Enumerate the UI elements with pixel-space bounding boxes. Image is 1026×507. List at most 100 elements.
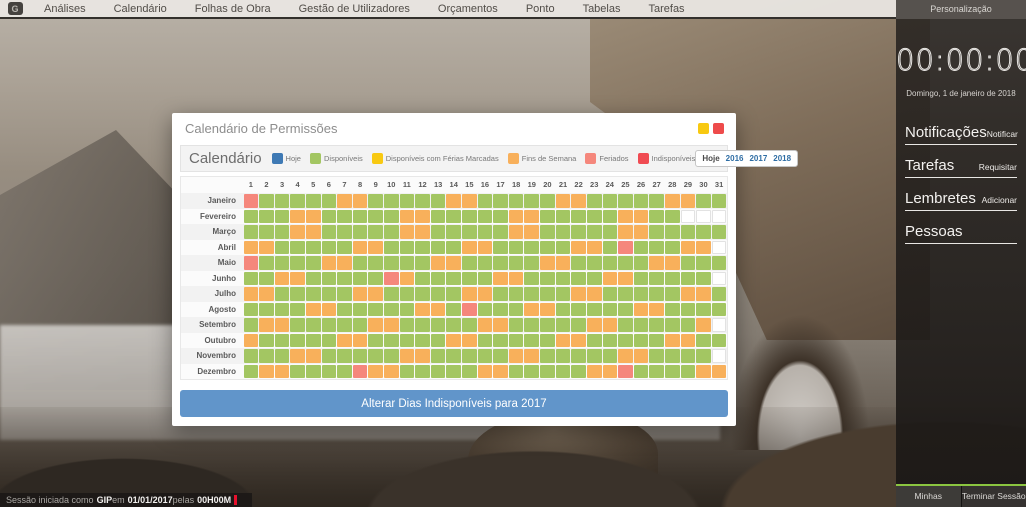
cell-outubro-18[interactable] (509, 334, 524, 348)
cell-outubro-6[interactable] (322, 334, 337, 348)
cell-novembro-28[interactable] (665, 349, 680, 363)
cell-janeiro-5[interactable] (306, 194, 321, 208)
cell-outubro-4[interactable] (290, 334, 305, 348)
cell-dezembro-2[interactable] (259, 365, 274, 379)
nav-item-tarefas[interactable]: Tarefas (634, 3, 698, 15)
cell-dezembro-7[interactable] (337, 365, 352, 379)
cell-dezembro-4[interactable] (290, 365, 305, 379)
cell-fevereiro-23[interactable] (587, 210, 602, 224)
cell-fevereiro-27[interactable] (649, 210, 664, 224)
cell-fevereiro-10[interactable] (384, 210, 399, 224)
cell-maio-2[interactable] (259, 256, 274, 270)
cell-junho-13[interactable] (431, 272, 446, 286)
cell-novembro-26[interactable] (634, 349, 649, 363)
cell-outubro-15[interactable] (462, 334, 477, 348)
cell-outubro-12[interactable] (415, 334, 430, 348)
cell-novembro-22[interactable] (571, 349, 586, 363)
cell-dezembro-5[interactable] (306, 365, 321, 379)
cell-junho-1[interactable] (244, 272, 259, 286)
cell-agosto-15[interactable] (462, 303, 477, 317)
cell-dezembro-30[interactable] (696, 365, 711, 379)
cell-fevereiro-15[interactable] (462, 210, 477, 224)
cell-outubro-8[interactable] (353, 334, 368, 348)
cell-outubro-14[interactable] (446, 334, 461, 348)
cell-junho-15[interactable] (462, 272, 477, 286)
cell-maio-11[interactable] (400, 256, 415, 270)
cell-julho-3[interactable] (275, 287, 290, 301)
cell-fevereiro-28[interactable] (665, 210, 680, 224)
cell-agosto-1[interactable] (244, 303, 259, 317)
cell-outubro-16[interactable] (478, 334, 493, 348)
cell-abril-2[interactable] (259, 241, 274, 255)
cell-fevereiro-17[interactable] (493, 210, 508, 224)
cell-janeiro-2[interactable] (259, 194, 274, 208)
cell-maio-9[interactable] (368, 256, 383, 270)
cell-setembro-19[interactable] (524, 318, 539, 332)
cell-setembro-8[interactable] (353, 318, 368, 332)
cell-abril-27[interactable] (649, 241, 664, 255)
cell-dezembro-15[interactable] (462, 365, 477, 379)
cell-setembro-17[interactable] (493, 318, 508, 332)
cell-maio-24[interactable] (603, 256, 618, 270)
cell-outubro-24[interactable] (603, 334, 618, 348)
cell-junho-14[interactable] (446, 272, 461, 286)
cell-dezembro-3[interactable] (275, 365, 290, 379)
cell-fevereiro-4[interactable] (290, 210, 305, 224)
cell-outubro-31[interactable] (712, 334, 727, 348)
cell-dezembro-26[interactable] (634, 365, 649, 379)
cell-janeiro-21[interactable] (556, 194, 571, 208)
cell-abril-14[interactable] (446, 241, 461, 255)
cell-outubro-17[interactable] (493, 334, 508, 348)
cell-julho-1[interactable] (244, 287, 259, 301)
cell-dezembro-10[interactable] (384, 365, 399, 379)
cell-abril-1[interactable] (244, 241, 259, 255)
cell-julho-24[interactable] (603, 287, 618, 301)
cell-agosto-8[interactable] (353, 303, 368, 317)
cell-fevereiro-2[interactable] (259, 210, 274, 224)
cell-marco-10[interactable] (384, 225, 399, 239)
cell-novembro-14[interactable] (446, 349, 461, 363)
cell-abril-22[interactable] (571, 241, 586, 255)
cell-dezembro-18[interactable] (509, 365, 524, 379)
cell-dezembro-17[interactable] (493, 365, 508, 379)
cell-julho-31[interactable] (712, 287, 727, 301)
cell-agosto-4[interactable] (290, 303, 305, 317)
cell-marco-31[interactable] (712, 225, 727, 239)
cell-abril-17[interactable] (493, 241, 508, 255)
cell-marco-20[interactable] (540, 225, 555, 239)
cell-dezembro-9[interactable] (368, 365, 383, 379)
cell-julho-13[interactable] (431, 287, 446, 301)
cell-dezembro-19[interactable] (524, 365, 539, 379)
cell-janeiro-9[interactable] (368, 194, 383, 208)
cell-janeiro-28[interactable] (665, 194, 680, 208)
cell-outubro-1[interactable] (244, 334, 259, 348)
cell-marco-27[interactable] (649, 225, 664, 239)
cell-setembro-11[interactable] (400, 318, 415, 332)
cell-fevereiro-18[interactable] (509, 210, 524, 224)
cell-novembro-10[interactable] (384, 349, 399, 363)
cell-maio-16[interactable] (478, 256, 493, 270)
cell-abril-7[interactable] (337, 241, 352, 255)
cell-outubro-7[interactable] (337, 334, 352, 348)
cell-junho-12[interactable] (415, 272, 430, 286)
cell-agosto-14[interactable] (446, 303, 461, 317)
cell-julho-17[interactable] (493, 287, 508, 301)
cell-agosto-2[interactable] (259, 303, 274, 317)
cell-marco-17[interactable] (493, 225, 508, 239)
cell-marco-2[interactable] (259, 225, 274, 239)
cell-agosto-30[interactable] (696, 303, 711, 317)
cell-setembro-7[interactable] (337, 318, 352, 332)
cell-marco-18[interactable] (509, 225, 524, 239)
cell-fevereiro-11[interactable] (400, 210, 415, 224)
cell-setembro-2[interactable] (259, 318, 274, 332)
cell-outubro-3[interactable] (275, 334, 290, 348)
cell-setembro-24[interactable] (603, 318, 618, 332)
cell-agosto-26[interactable] (634, 303, 649, 317)
cell-dezembro-25[interactable] (618, 365, 633, 379)
cell-agosto-25[interactable] (618, 303, 633, 317)
cell-outubro-11[interactable] (400, 334, 415, 348)
cell-marco-19[interactable] (524, 225, 539, 239)
minhas-definicoes-button[interactable]: Minhas Definições (896, 486, 961, 507)
cell-marco-13[interactable] (431, 225, 446, 239)
cell-janeiro-11[interactable] (400, 194, 415, 208)
